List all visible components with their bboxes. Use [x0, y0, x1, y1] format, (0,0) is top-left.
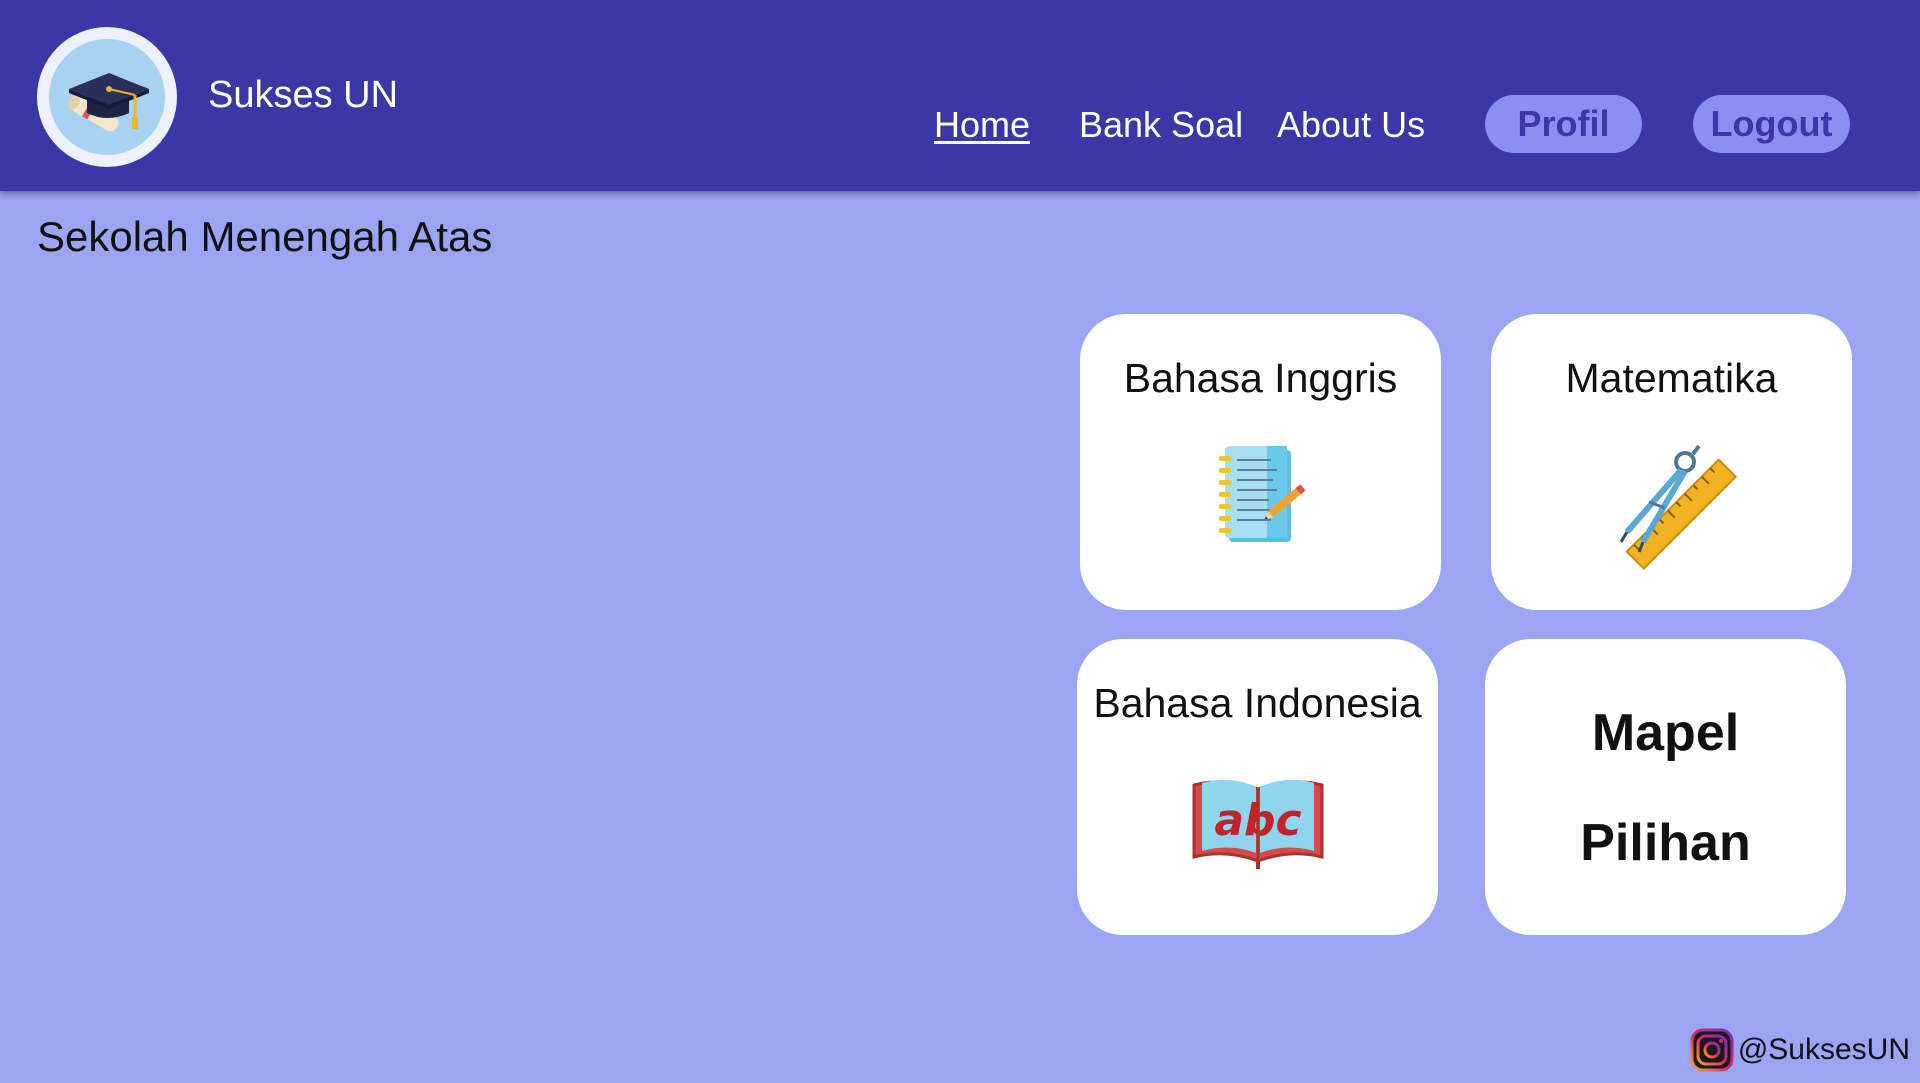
page-title: Sekolah Menengah Atas: [37, 210, 492, 264]
notebook-pencil-icon: [1080, 442, 1441, 552]
top-navbar: Sukses UN Home Bank Soal About Us Profil…: [0, 0, 1920, 191]
logout-button[interactable]: Logout: [1693, 95, 1850, 153]
instagram-icon: [1690, 1028, 1734, 1072]
nav-link-home[interactable]: Home: [934, 100, 1030, 150]
subject-card-bahasa-indonesia[interactable]: Bahasa Indonesia abc: [1077, 639, 1438, 935]
subject-card-title: Matematika: [1491, 352, 1852, 404]
subject-card-title: Bahasa Inggris: [1080, 352, 1441, 404]
mapel-pilihan-line2: Pilihan: [1485, 811, 1846, 875]
instagram-footer[interactable]: @SuksesUN: [1690, 1028, 1910, 1072]
graduation-cap-icon: [49, 39, 165, 155]
brand-name: Sukses UN: [208, 70, 398, 120]
instagram-handle: @SuksesUN: [1738, 1030, 1910, 1070]
logo[interactable]: [37, 27, 177, 167]
abc-book-icon: abc: [1077, 775, 1438, 871]
subject-card-mapel-pilihan[interactable]: Mapel Pilihan: [1485, 639, 1846, 935]
subject-card-matematika[interactable]: Matematika: [1491, 314, 1852, 610]
nav-link-bank-soal[interactable]: Bank Soal: [1079, 100, 1243, 150]
subject-card-bahasa-inggris[interactable]: Bahasa Inggris: [1080, 314, 1441, 610]
nav-link-about-us[interactable]: About Us: [1277, 100, 1425, 150]
mapel-pilihan-line1: Mapel: [1485, 701, 1846, 765]
subject-card-title: Bahasa Indonesia: [1077, 677, 1438, 729]
compass-ruler-icon: [1491, 442, 1852, 572]
profil-button[interactable]: Profil: [1485, 95, 1642, 153]
svg-text:abc: abc: [1214, 795, 1301, 846]
